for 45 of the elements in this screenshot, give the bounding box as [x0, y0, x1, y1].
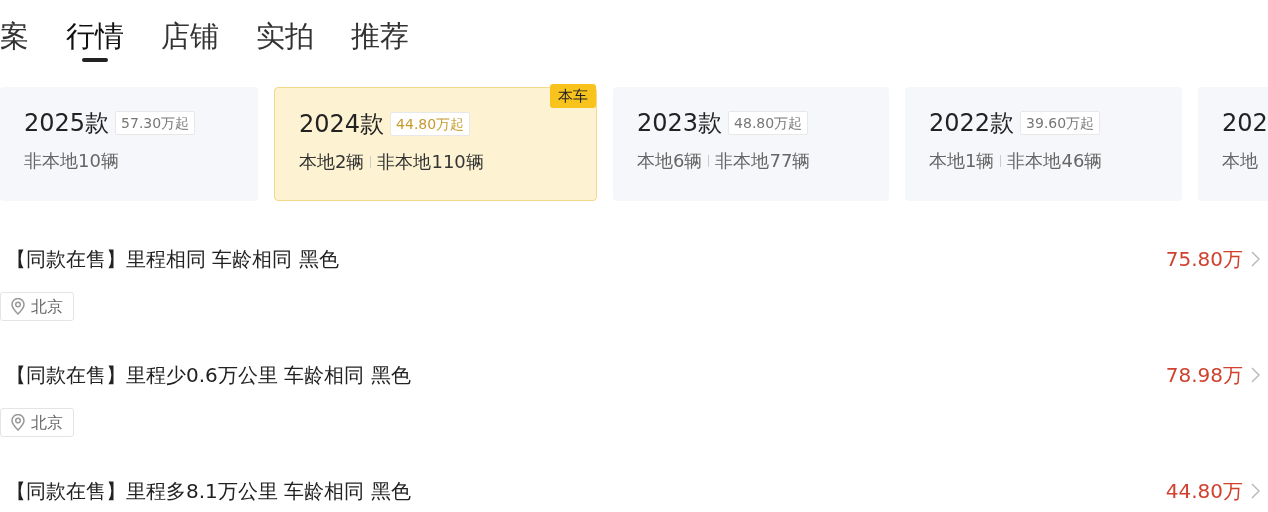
listing-title: 【同款在售】里程少0.6万公里 车龄相同 黑色 [6, 362, 411, 389]
starting-price: 57.30万起 [115, 111, 196, 135]
model-year: 2025款 [24, 108, 110, 139]
local-count: 本地1辆 [929, 149, 995, 173]
starting-price: 44.80万起 [390, 112, 471, 136]
local-count: 本地2辆 [299, 150, 365, 174]
tab[interactable]: 实拍 [256, 14, 314, 58]
tab-indicator [82, 58, 108, 62]
nonlocal-count: 非本地46辆 [1007, 149, 1103, 173]
model-year: 2024款 [299, 109, 385, 140]
model-year-card[interactable]: 2022款 39.60万起 本地1辆 非本地46辆 [905, 87, 1182, 201]
listing-price: 78.98万 [1165, 362, 1243, 389]
tab[interactable]: 行情 [66, 14, 124, 58]
local-count: 本地6辆 [637, 149, 703, 173]
model-year: 2023款 [637, 108, 723, 139]
nonlocal-count: 非本地110辆 [377, 150, 484, 174]
listing-title: 【同款在售】里程相同 车龄相同 黑色 [6, 246, 339, 273]
location-tag: 北京 [0, 292, 74, 321]
location-pin-icon [11, 414, 25, 431]
model-year-card[interactable]: 2025款 57.30万起 非本地10辆 [0, 87, 258, 201]
starting-price: 39.60万起 [1020, 111, 1101, 135]
model-year: 2022款 [929, 108, 1015, 139]
current-car-badge: 本车 [550, 84, 596, 108]
listing-title: 【同款在售】里程多8.1万公里 车龄相同 黑色 [6, 478, 411, 505]
starting-price: 48.80万起 [728, 111, 809, 135]
location-pin-icon [11, 298, 25, 315]
chevron-right-icon [1251, 483, 1260, 499]
tab[interactable]: 案 [0, 14, 29, 58]
model-year-card[interactable]: 202 本地 [1198, 87, 1268, 201]
nonlocal-count: 非本地77辆 [715, 149, 811, 173]
nonlocal-count: 非本地10辆 [24, 149, 119, 173]
tab[interactable]: 店铺 [161, 14, 219, 58]
location-tag: 北京 [0, 408, 74, 437]
local-count: 本地 [1222, 149, 1258, 173]
listing-price: 75.80万 [1165, 246, 1243, 273]
chevron-right-icon [1251, 251, 1260, 267]
model-year: 202 [1222, 108, 1268, 139]
tab[interactable]: 推荐 [351, 14, 409, 58]
model-year-card[interactable]: 本车 2024款 44.80万起 本地2辆 非本地110辆 [274, 87, 597, 201]
chevron-right-icon [1251, 367, 1260, 383]
listing-row[interactable]: 【同款在售】里程多8.1万公里 车龄相同 黑色 44.80万 [0, 477, 1268, 512]
listing-row[interactable]: 【同款在售】里程少0.6万公里 车龄相同 黑色 北京 78.98万 [0, 361, 1268, 477]
model-year-card[interactable]: 2023款 48.80万起 本地6辆 非本地77辆 [613, 87, 889, 201]
listing-price: 44.80万 [1165, 478, 1243, 505]
listing-row[interactable]: 【同款在售】里程相同 车龄相同 黑色 北京 75.80万 [0, 245, 1268, 361]
